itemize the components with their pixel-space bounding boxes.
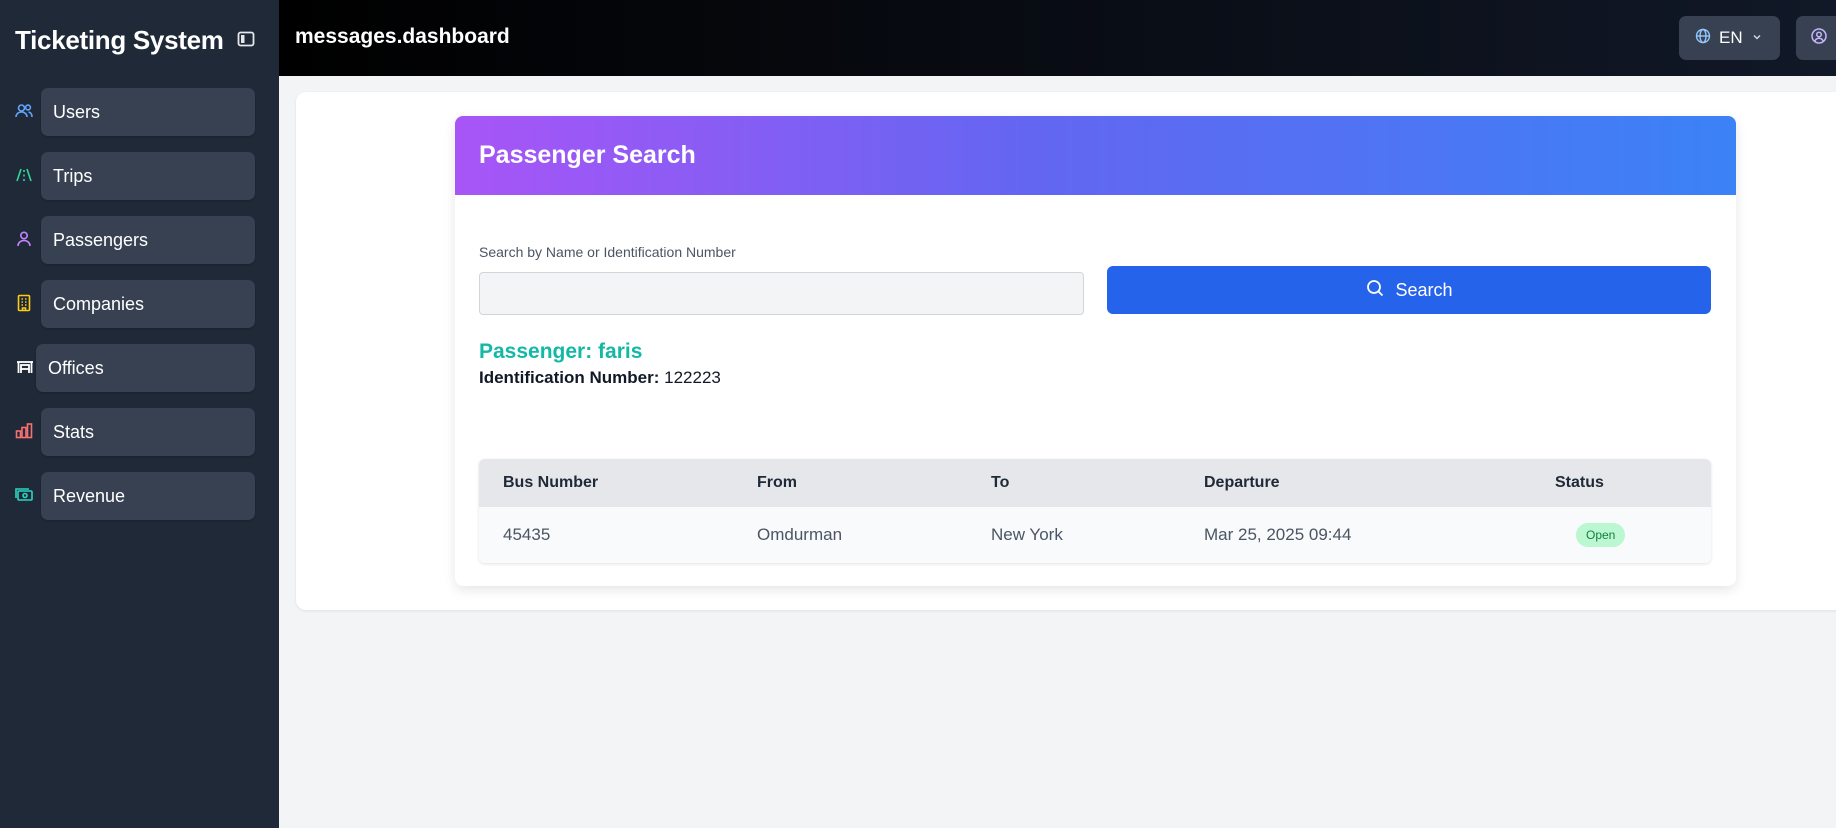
main-panel: Passenger Search Search by Name or Ident…	[296, 92, 1836, 610]
sidebar-item-passengers[interactable]: Passengers	[0, 216, 279, 264]
identification-label: Identification Number:	[479, 368, 660, 387]
user-icon	[14, 229, 34, 249]
column-header-bus-number: Bus Number	[503, 474, 599, 491]
office-icon	[15, 357, 35, 377]
sidebar-item-label[interactable]: Revenue	[41, 472, 255, 520]
passenger-heading: Passenger: faris	[479, 340, 643, 363]
chevron-down-icon	[1751, 28, 1763, 48]
topbar: messages.dashboard EN	[279, 0, 1836, 76]
search-button-label: Search	[1395, 279, 1453, 300]
sidebar-item-trips[interactable]: Trips	[0, 152, 279, 200]
sidebar-item-label[interactable]: Stats	[41, 408, 255, 456]
sidebar-item-users[interactable]: Users	[0, 88, 279, 136]
table-row[interactable]: 45435 Omdurman New York Mar 25, 2025 09:…	[479, 507, 1711, 563]
page-title: messages.dashboard	[295, 25, 510, 48]
language-label: EN	[1719, 28, 1743, 47]
cell-departure: Mar 25, 2025 09:44	[1204, 525, 1352, 544]
money-icon	[14, 485, 34, 505]
passenger-search-card: Passenger Search Search by Name or Ident…	[455, 116, 1736, 586]
sidebar-item-stats[interactable]: Stats	[0, 408, 279, 456]
sidebar-item-label[interactable]: Offices	[36, 344, 255, 392]
sidebar-toggle-icon[interactable]	[236, 29, 258, 51]
sidebar: Ticketing System Users Trips Passengers	[0, 0, 279, 828]
language-selector[interactable]: EN	[1679, 16, 1780, 60]
card-header: Passenger Search	[455, 116, 1736, 195]
user-menu-button[interactable]	[1796, 16, 1836, 60]
identification-value: 122223	[664, 368, 721, 387]
sidebar-item-label[interactable]: Passengers	[41, 216, 255, 264]
column-header-departure: Departure	[1204, 474, 1280, 491]
column-header-from: From	[757, 474, 797, 491]
route-icon	[14, 165, 34, 185]
sidebar-item-label[interactable]: Trips	[41, 152, 255, 200]
app-title: Ticketing System	[15, 24, 224, 55]
search-input[interactable]	[479, 272, 1084, 315]
sidebar-item-label[interactable]: Companies	[41, 280, 255, 328]
globe-icon	[1695, 28, 1711, 49]
search-button[interactable]: Search	[1107, 266, 1711, 314]
cell-to: New York	[991, 525, 1063, 544]
user-circle-icon	[1810, 27, 1828, 50]
sidebar-item-companies[interactable]: Companies	[0, 280, 279, 328]
table-header: Bus Number From To Departure Status	[479, 459, 1711, 507]
users-icon	[14, 101, 34, 121]
search-icon	[1365, 278, 1385, 303]
column-header-status: Status	[1555, 474, 1604, 491]
brand: Ticketing System	[15, 24, 265, 56]
trips-table: Bus Number From To Departure Status 4543…	[479, 459, 1711, 563]
sidebar-item-offices[interactable]: Offices	[0, 344, 279, 392]
building-icon	[14, 293, 34, 313]
bar-chart-icon	[14, 421, 34, 441]
card-title: Passenger Search	[479, 141, 696, 169]
column-header-to: To	[991, 474, 1010, 491]
sidebar-item-revenue[interactable]: Revenue	[0, 472, 279, 520]
search-label: Search by Name or Identification Number	[479, 244, 736, 260]
status-badge: Open	[1576, 523, 1626, 547]
sidebar-item-label[interactable]: Users	[41, 88, 255, 136]
cell-from: Omdurman	[757, 525, 843, 544]
identification-line: Identification Number: 122223	[479, 368, 721, 388]
cell-bus-number: 45435	[503, 525, 551, 544]
